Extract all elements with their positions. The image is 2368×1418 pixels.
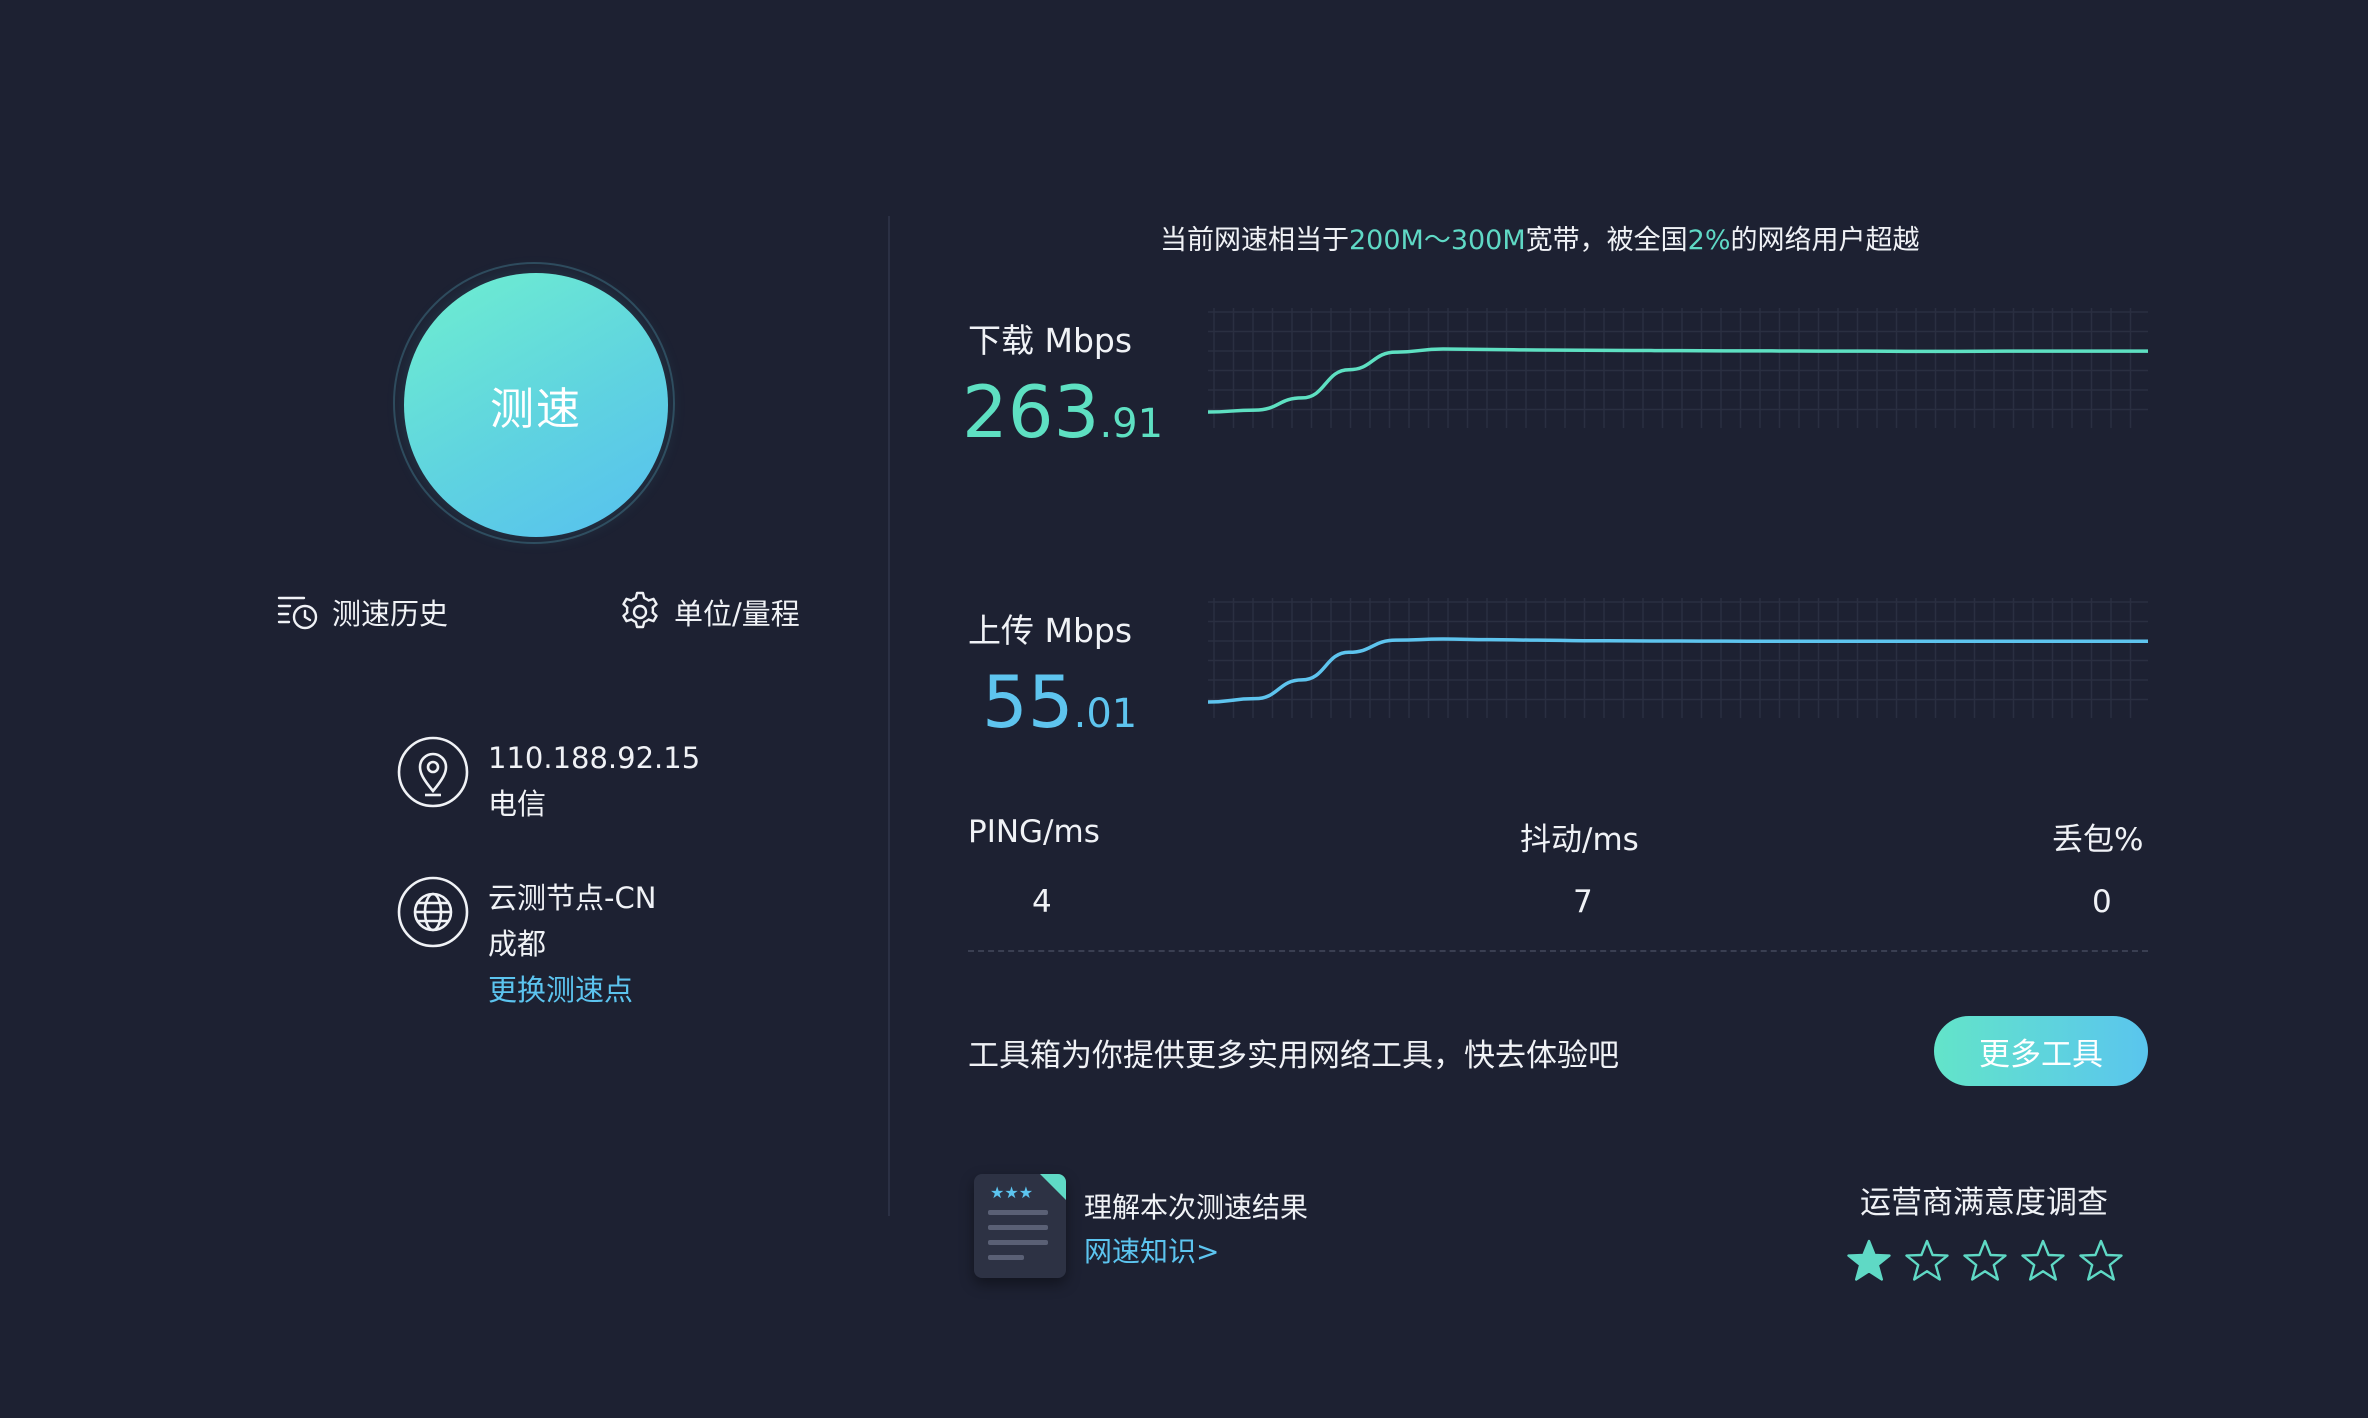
toolbox-promo-text: 工具箱为你提供更多实用网络工具，快去体验吧 (968, 1038, 1619, 1074)
svg-text:★★★: ★★★ (990, 1183, 1033, 1202)
download-speed-decimal: .91 (1099, 401, 1164, 447)
download-label: 下载 Mbps (968, 321, 1133, 360)
upload-speed: 55.01 (982, 660, 1137, 744)
node-city: 成都 (488, 927, 547, 961)
summary-percent: 2% (1687, 225, 1731, 256)
star-icon[interactable] (1846, 1238, 1892, 1284)
upload-label: 上传 Mbps (968, 611, 1133, 650)
upload-series-line (1208, 637, 2148, 704)
more-tools-button[interactable]: 更多工具 (1934, 1016, 2148, 1086)
connection-info: 110.188.92.15 电信 (396, 735, 700, 827)
speed-knowledge-link[interactable]: 网速知识> (1084, 1230, 1219, 1270)
isp-name: 电信 (488, 787, 547, 821)
speedtest-app: 测速 测速历史 单位/量程 110.188.92.15 电信 云测节点-CN 成… (0, 0, 2368, 1418)
test-node-info: 云测节点-CN 成都 更换测速点 (396, 875, 656, 1013)
download-series-line (1208, 347, 2148, 414)
download-speed: 263.91 (962, 370, 1163, 454)
packet-loss-header: 丢包% (2052, 822, 2144, 858)
ping-header: PING/ms (968, 814, 1100, 850)
ping-value: 4 (1032, 884, 1052, 920)
units-range-label: 单位/量程 (674, 597, 800, 631)
star-icon[interactable] (1904, 1238, 1950, 1284)
history-link[interactable]: 测速历史 (276, 590, 448, 634)
download-chart (1208, 308, 2148, 428)
summary-prefix: 当前网速相当于 (1160, 225, 1349, 256)
panel-divider (888, 216, 890, 1216)
history-label: 测速历史 (332, 597, 449, 631)
summary-suffix: 的网络用户超越 (1730, 225, 1920, 256)
history-clock-icon (277, 596, 318, 630)
star-icon[interactable] (2078, 1238, 2124, 1284)
stats-divider (968, 950, 2148, 952)
globe-icon (397, 876, 469, 948)
download-speed-integer: 263 (962, 370, 1100, 454)
upload-chart (1208, 598, 2148, 718)
packet-loss-value: 0 (2092, 884, 2112, 920)
ip-address: 110.188.92.15 (488, 741, 701, 775)
upload-speed-integer: 55 (982, 660, 1074, 744)
change-node-link[interactable]: 更换测速点 (488, 967, 656, 1013)
upload-speed-decimal: .01 (1073, 691, 1138, 737)
jitter-header: 抖动/ms (1520, 822, 1639, 858)
document-icon[interactable]: ★★★ (974, 1174, 1066, 1278)
understand-result-title: 理解本次测速结果 (1084, 1191, 1309, 1224)
summary-bandwidth: 200M～300M (1349, 225, 1526, 256)
gear-icon (622, 591, 658, 629)
isp-satisfaction-survey-title: 运营商满意度调查 (1860, 1185, 2108, 1221)
jitter-value: 7 (1573, 884, 1593, 920)
summary-middle: 宽带，被全国 (1525, 225, 1688, 256)
node-name: 云测节点-CN (488, 881, 657, 915)
start-test-label: 测速 (490, 384, 582, 435)
rating-stars (1846, 1238, 2124, 1284)
units-range-link[interactable]: 单位/量程 (618, 590, 800, 634)
star-icon[interactable] (2020, 1238, 2066, 1284)
start-test-button[interactable]: 测速 (404, 273, 668, 537)
speed-ranking-summary: 当前网速相当于200M～300M宽带，被全国2%的网络用户超越 (1160, 218, 1960, 257)
location-pin-icon (397, 736, 469, 808)
star-icon[interactable] (1962, 1238, 2008, 1284)
